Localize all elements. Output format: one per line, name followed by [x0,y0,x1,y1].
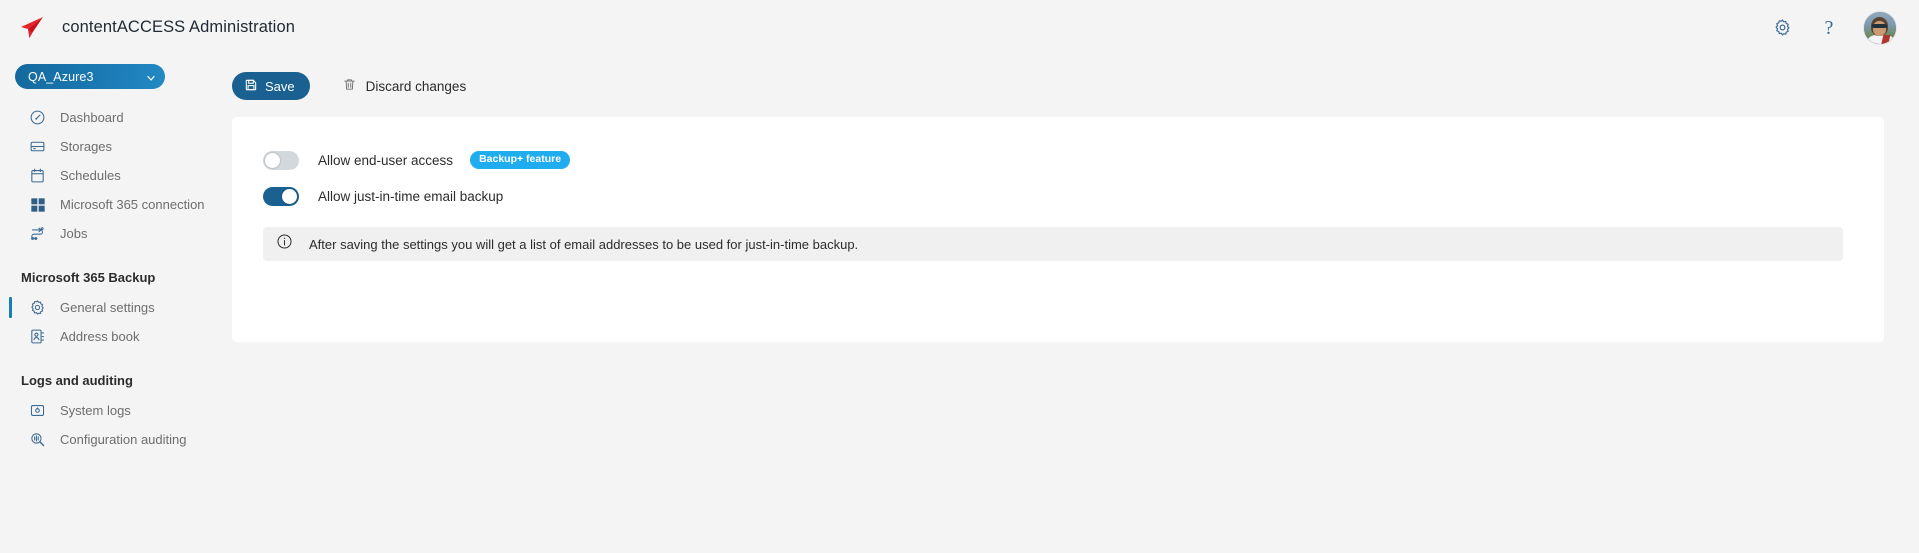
sidebar-item-dashboard[interactable]: Dashboard [0,103,230,132]
gear-icon[interactable] [1769,15,1795,41]
tenant-selector[interactable]: QA_Azure3 [15,64,165,89]
sidebar-item-label: Configuration auditing [60,432,187,447]
sidebar-item-label: Dashboard [60,110,124,125]
chevron-down-icon [145,71,157,83]
avatar-face [1873,20,1886,36]
paper-plane-logo-icon [18,15,46,41]
jobs-flow-icon [29,225,46,242]
setting-row-allow-end-user-access: Allow end-user access Backup+ feature [263,145,1853,175]
sidebar-item-label: General settings [60,300,155,315]
sidebar-item-label: Jobs [60,226,88,241]
sidebar-nav: Dashboard Storages Schedules Microsoft 3… [0,103,230,454]
settings-card: Allow end-user access Backup+ feature Al… [232,117,1884,342]
microsoft-grid-icon [29,196,46,213]
sidebar-item-storages[interactable]: Storages [0,132,230,161]
gear-icon [29,299,46,316]
floppy-disk-icon [244,78,258,95]
sidebar-item-label: Schedules [60,168,121,183]
info-banner-text: After saving the settings you will get a… [309,236,859,252]
toggle-knob [265,152,280,168]
app-header: contentACCESS Administration ? [0,0,1919,55]
settings-card-body: Allow end-user access Backup+ feature Al… [232,117,1884,261]
sidebar-item-label: Address book [60,329,140,344]
sidebar-item-schedules[interactable]: Schedules [0,161,230,190]
toggle-knob [282,188,297,204]
setting-label: Allow just-in-time email backup [318,188,504,204]
info-circle-icon [276,233,293,255]
address-book-icon [29,328,46,345]
calendar-icon [29,167,46,184]
allow-just-in-time-email-backup-toggle[interactable] [263,186,299,206]
avatar-sunglasses [1872,23,1887,28]
setting-label: Allow end-user access [318,152,454,168]
setting-row-allow-just-in-time-email-backup: Allow just-in-time email backup [263,181,1853,211]
sidebar-item-address-book[interactable]: Address book [0,322,230,351]
info-banner: After saving the settings you will get a… [263,227,1843,261]
sidebar-item-label: System logs [60,403,131,418]
save-button[interactable]: Save [232,72,310,100]
sidebar-item-label: Storages [60,139,113,154]
sidebar-group-title-logs-and-auditing: Logs and auditing [21,373,133,388]
sidebar-item-microsoft-365-connection[interactable]: Microsoft 365 connection [0,190,230,219]
discard-changes-label: Discard changes [365,78,467,94]
help-question-icon[interactable]: ? [1816,15,1842,41]
sidebar-item-jobs[interactable]: Jobs [0,219,230,248]
trash-icon [342,77,357,95]
backup-plus-feature-badge: Backup+ feature [470,151,571,169]
storage-drive-icon [29,138,46,155]
header-actions: ? [1769,10,1897,45]
sidebar-item-general-settings[interactable]: General settings [0,293,230,322]
brand: contentACCESS Administration [18,15,295,41]
allow-end-user-access-toggle[interactable] [263,150,299,170]
tenant-selector-label: QA_Azure3 [28,69,94,84]
audit-search-icon [29,431,46,448]
system-logs-icon [29,402,46,419]
dashboard-gauge-icon [29,109,46,126]
main-content: Save Discard changes Allow end-user acce… [230,55,1919,553]
sidebar: QA_Azure3 Dashboard Storages Schedules M… [0,55,230,553]
discard-changes-button[interactable]: Discard changes [342,77,467,95]
user-avatar[interactable] [1863,10,1897,45]
action-toolbar: Save Discard changes [230,55,1919,117]
sidebar-group-title-m365-backup: Microsoft 365 Backup [21,270,156,285]
save-button-label: Save [265,78,295,94]
app-title: contentACCESS Administration [62,18,295,36]
sidebar-item-system-logs[interactable]: System logs [0,396,230,425]
sidebar-item-label: Microsoft 365 connection [60,197,205,212]
sidebar-item-configuration-auditing[interactable]: Configuration auditing [0,425,230,454]
